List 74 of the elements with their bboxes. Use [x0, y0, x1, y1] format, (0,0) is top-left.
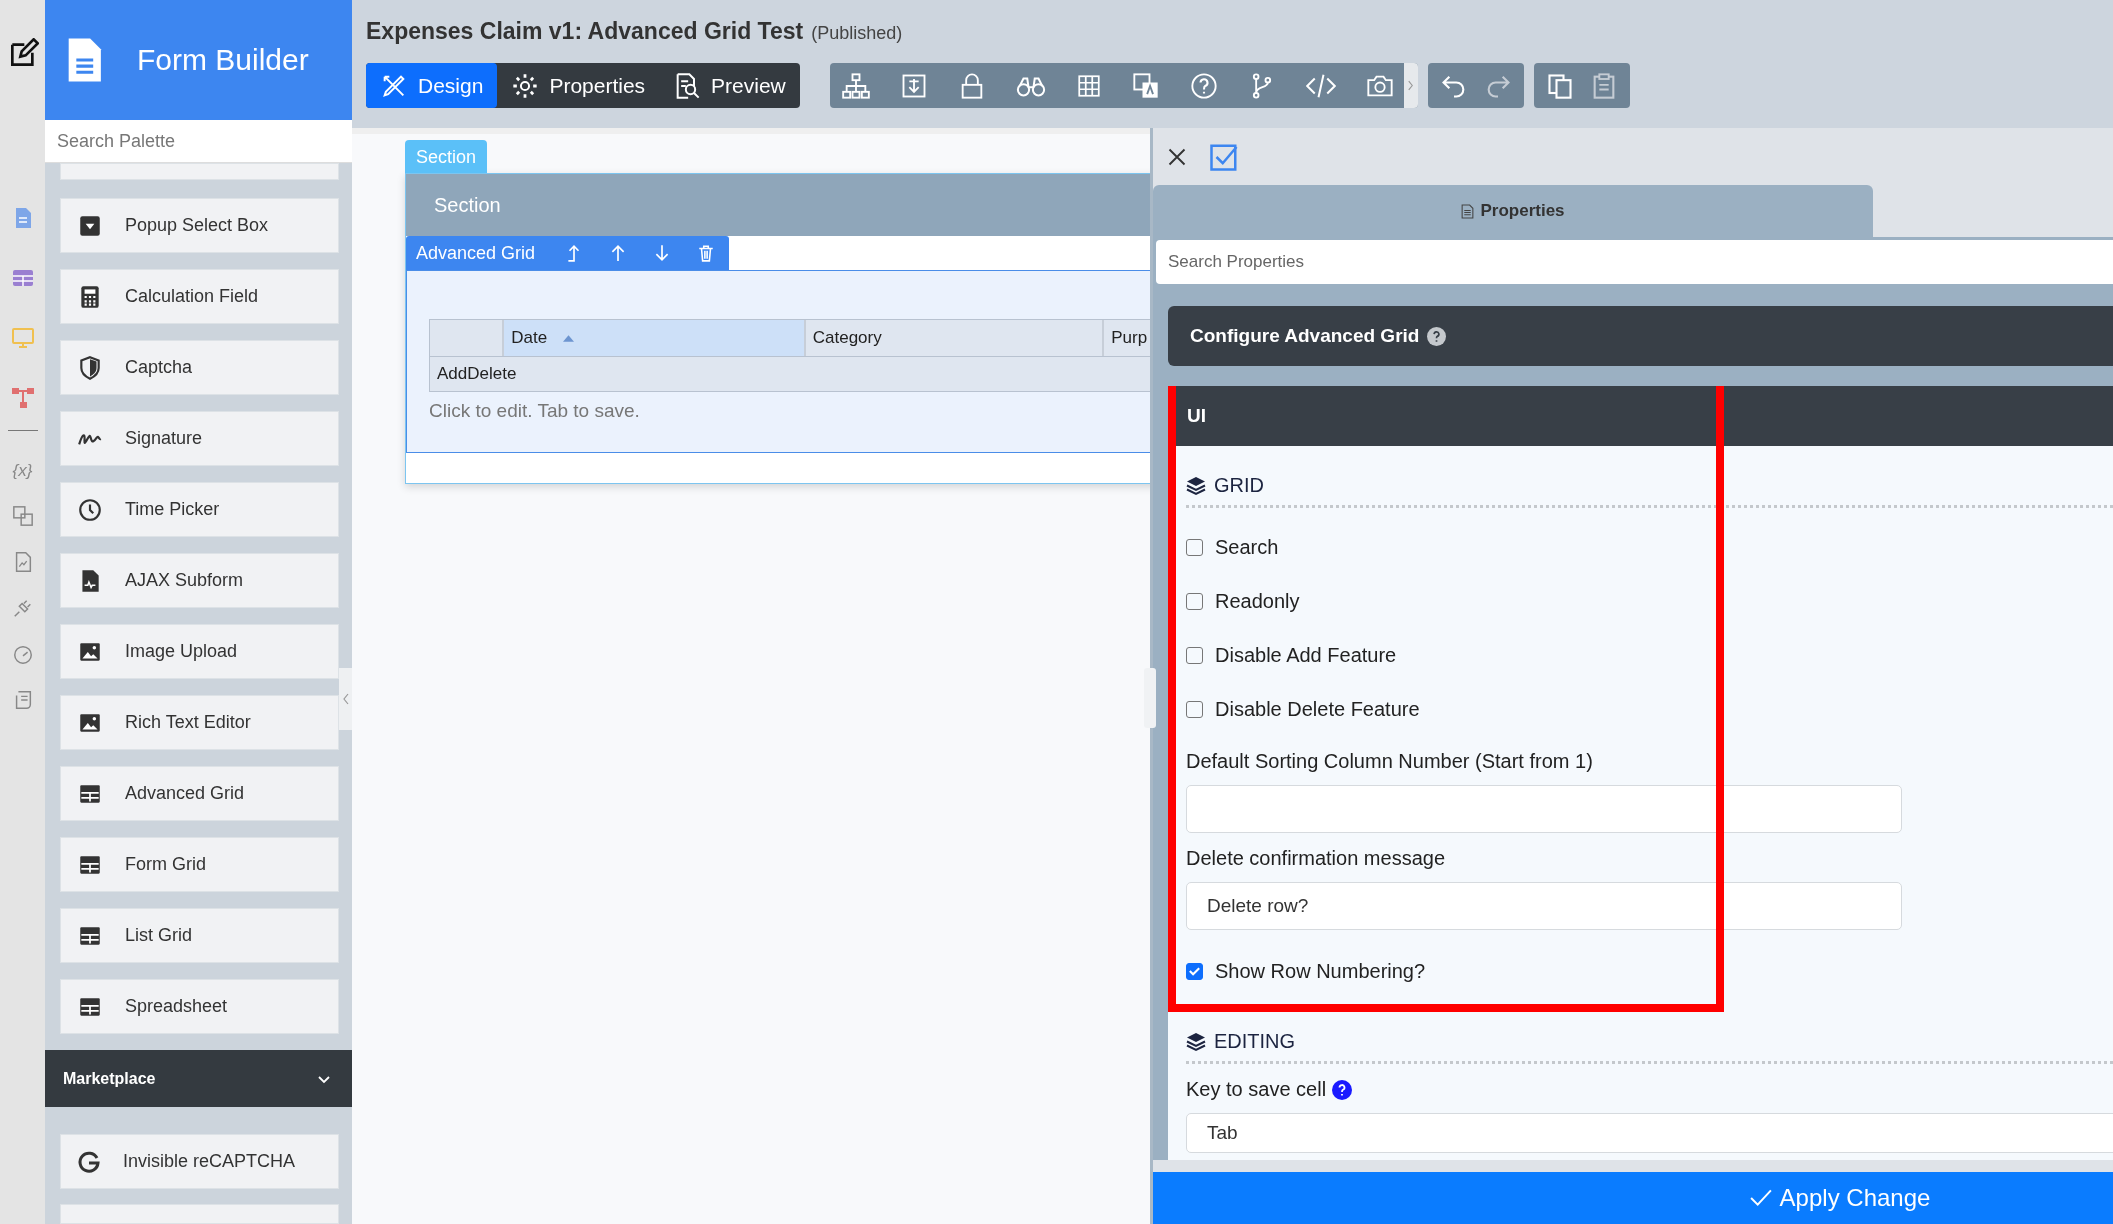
layers-icon — [1186, 1031, 1206, 1052]
field-label: Default Sorting Column Number (Start from 1) — [1186, 750, 1593, 773]
palette-item[interactable]: Form Grid — [60, 837, 339, 893]
mode-tab[interactable]: Design — [366, 63, 498, 108]
group-title: EDITING — [1214, 1030, 1296, 1053]
apply-change-button[interactable]: Apply Change — [1153, 1172, 2113, 1224]
properties-tab[interactable]: Properties — [1153, 185, 1873, 237]
column-header[interactable]: Date — [504, 320, 806, 356]
palette-item[interactable]: Image Upload — [60, 624, 339, 680]
checkbox-label: Disable Add Feature — [1215, 643, 1397, 667]
checkbox-label: Show Row Numbering? — [1215, 959, 1426, 983]
palette-item[interactable]: Popup Select Box — [60, 198, 339, 254]
checkmark-icon — [1749, 1189, 1772, 1207]
layers-icon — [1186, 475, 1206, 496]
field-label: Key to save cell — [1186, 1078, 1327, 1101]
palette-item[interactable]: Captcha — [60, 340, 339, 396]
checkbox[interactable] — [1186, 646, 1203, 664]
hierarchy-icon[interactable] — [10, 386, 35, 410]
form-status: (Published) — [811, 23, 903, 44]
document-icon — [1461, 203, 1475, 219]
palette-item[interactable]: Calculation Field — [60, 269, 339, 325]
section-title: Section — [434, 193, 501, 217]
element-label: Advanced Grid — [416, 242, 536, 264]
checkbox-label: Readonly — [1215, 589, 1300, 613]
mode-tab[interactable]: Properties — [497, 63, 660, 108]
help-icon[interactable] — [1332, 1079, 1353, 1100]
checkbox[interactable] — [1186, 592, 1203, 610]
config-title: Configure Advanced Grid — [1190, 325, 1420, 347]
scroll-right-button[interactable] — [1403, 63, 1418, 108]
field-label: Delete confirmation message — [1186, 847, 1445, 870]
palette-item[interactable]: Advanced Grid — [60, 766, 339, 822]
input-field[interactable]: Delete row? — [1186, 882, 1902, 930]
palette-item[interactable]: Signature — [60, 411, 339, 467]
palette-item[interactable]: List Grid — [60, 908, 339, 964]
palette-item[interactable]: Spreadsheet — [60, 979, 339, 1035]
mode-tab[interactable]: Preview — [659, 63, 800, 108]
palette-item[interactable]: AJAX Subform — [60, 553, 339, 609]
grid-hint: Click to edit. Tab to save. — [429, 400, 641, 422]
section-title: UI — [1187, 405, 1206, 427]
grid-row: AddDelete — [429, 357, 1150, 392]
group-title: GRID — [1214, 474, 1264, 497]
column-header[interactable]: Purp — [1104, 320, 1150, 356]
checkbox-label: Disable Delete Feature — [1215, 697, 1420, 721]
sort-ascending-icon — [563, 334, 575, 342]
sitemap-icon[interactable] — [841, 71, 870, 100]
chevron-right-icon — [1407, 80, 1415, 91]
search-field[interactable]: Search Palette — [45, 119, 352, 164]
input-field[interactable]: Tab — [1186, 1113, 2113, 1153]
checkbox[interactable] — [1186, 700, 1203, 718]
app-title: Form Builder — [137, 42, 309, 77]
gear-icon — [511, 71, 540, 100]
checkbox[interactable] — [1186, 538, 1203, 556]
help-icon[interactable] — [1427, 326, 1447, 346]
clock-icon — [77, 496, 103, 523]
form-title: Expenses Claim v1: Advanced Grid Test — [366, 18, 804, 45]
palette-item[interactable]: Time Picker — [60, 482, 339, 538]
input-field[interactable] — [1186, 785, 1902, 833]
marketplace-header[interactable]: Marketplace — [45, 1050, 352, 1107]
copy-icon[interactable] — [1545, 71, 1574, 100]
shield-icon — [77, 354, 103, 381]
g-letter-icon — [77, 1149, 101, 1174]
splitter-handle[interactable] — [1144, 668, 1156, 728]
search-field[interactable]: Search Properties — [1156, 240, 2113, 284]
palette-item[interactable]: Invisible reCAPTCHA — [60, 1134, 339, 1189]
palette-item[interactable]: Rich Text Editor — [60, 695, 339, 751]
checkbox[interactable] — [1186, 962, 1203, 980]
plug-icon[interactable] — [11, 597, 34, 619]
close-icon[interactable] — [1167, 146, 1187, 167]
help-icon[interactable] — [1189, 71, 1218, 100]
gauge-icon[interactable] — [11, 643, 34, 665]
collapse-handle[interactable] — [339, 668, 352, 730]
checkbox-label: Search — [1215, 535, 1279, 559]
grid-icon[interactable] — [1075, 72, 1102, 99]
trash-icon[interactable] — [697, 244, 716, 262]
